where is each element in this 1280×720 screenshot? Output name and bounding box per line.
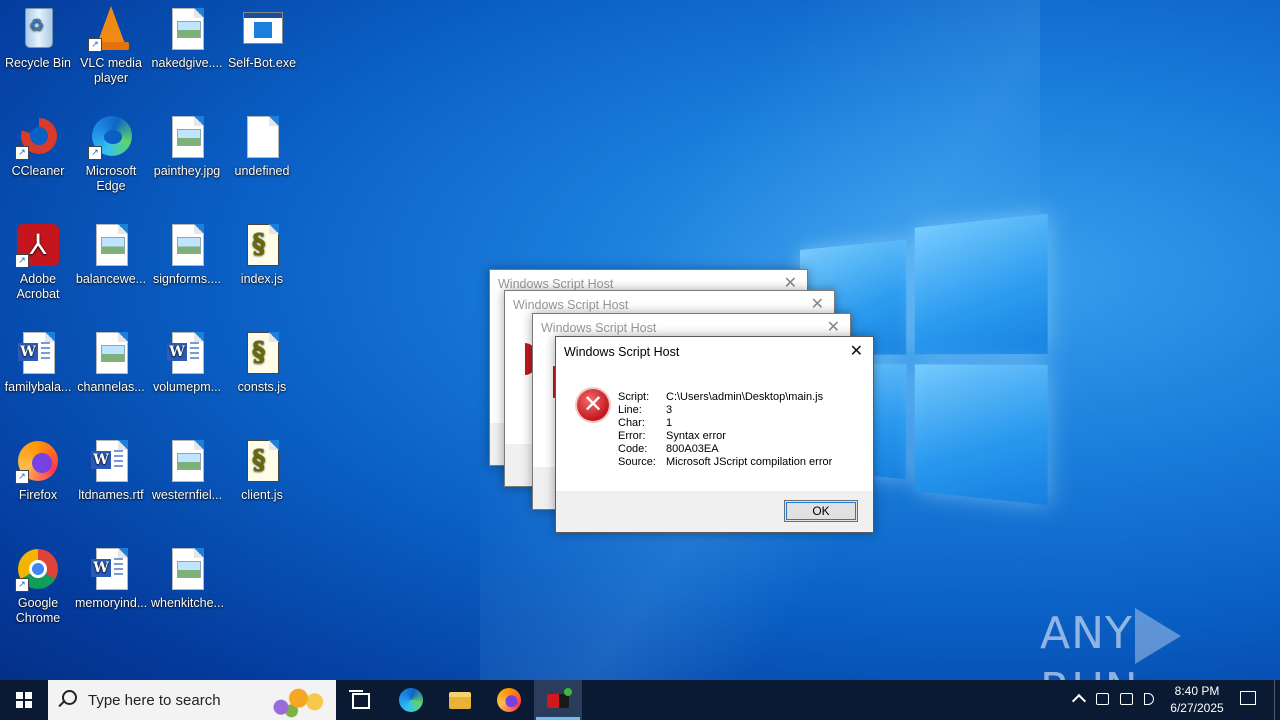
task-view-button[interactable] [336, 680, 384, 720]
error-details: Script: C:\Users\admin\Desktop\main.js Li… [618, 391, 833, 468]
desktop-icon-balancewe[interactable]: balancewe... [73, 222, 149, 287]
script-host-error-dialog[interactable]: Windows Script Host ✕ ✕ Script: C:\Users\… [555, 336, 874, 533]
desktop-icon-westernfiel[interactable]: westernfiel... [149, 438, 225, 503]
desktop-icon-index-js[interactable]: § index.js [224, 222, 300, 287]
chevron-up-icon [1071, 693, 1087, 709]
image-file-icon [172, 440, 204, 482]
desktop-icon-painthey[interactable]: painthey.jpg [149, 114, 225, 179]
taskbar: Type here to search 8:40 PM 6/27/2025 [0, 680, 1280, 720]
task-view-icon [349, 690, 370, 709]
exe-icon [243, 12, 283, 44]
script-file-icon: § [247, 332, 279, 374]
script-file-icon: § [247, 224, 279, 266]
image-file-icon [172, 548, 204, 590]
word-file-icon: W [91, 548, 128, 590]
desktop-icon-channelas[interactable]: channelas... [73, 330, 149, 395]
desktop-icon-firefox[interactable]: ↗ Firefox [0, 438, 76, 503]
desktop-icon-vlc[interactable]: ↗ VLC media player [73, 6, 149, 86]
image-file-icon [172, 224, 204, 266]
image-file-icon [172, 8, 204, 50]
desktop-icon-undefined[interactable]: undefined [224, 114, 300, 179]
desktop-icon-consts-js[interactable]: § consts.js [224, 330, 300, 395]
image-file-icon [96, 332, 128, 374]
desktop-icon-recycle-bin[interactable]: Recycle Bin [0, 6, 76, 71]
folder-icon [449, 692, 471, 709]
desktop-icon-ccleaner[interactable]: ↗ CCleaner [0, 114, 76, 179]
script-file-icon: § [247, 440, 279, 482]
image-file-icon [96, 224, 128, 266]
dialog-title: Windows Script Host [498, 277, 614, 291]
word-file-icon: W [18, 332, 55, 374]
close-icon[interactable]: ✕ [827, 317, 840, 337]
desktop-icon-nakedgive[interactable]: nakedgive.... [149, 6, 225, 71]
dialog-title: Windows Script Host [541, 321, 657, 335]
tray-device-icon[interactable] [1092, 680, 1114, 720]
windows-start-icon [16, 692, 32, 708]
desktop-icon-self-bot[interactable]: Self-Bot.exe [224, 6, 300, 71]
desktop-icon-edge[interactable]: ↗ Microsoft Edge [73, 114, 149, 194]
search-icon [62, 690, 77, 705]
close-icon[interactable]: ✕ [811, 294, 824, 314]
show-desktop-button[interactable] [1274, 680, 1280, 720]
close-icon[interactable]: ✕ [850, 341, 863, 361]
dialog-title: Windows Script Host [564, 345, 680, 359]
notification-icon [1240, 691, 1256, 705]
volume-icon[interactable] [1140, 680, 1162, 720]
blank-file-icon [247, 116, 279, 158]
desktop-icon-acrobat[interactable]: ⅄ ↗ Adobe Acrobat [0, 222, 76, 302]
desktop-icon-volumepm[interactable]: W volumepm... [149, 330, 225, 395]
taskbar-file-explorer[interactable] [436, 680, 484, 720]
recycle-bin-icon [25, 8, 53, 48]
ok-button[interactable]: OK [784, 500, 858, 522]
desktop-icon-ltdnames[interactable]: W ltdnames.rtf [73, 438, 149, 503]
network-icon[interactable] [1116, 680, 1138, 720]
word-file-icon: W [91, 440, 128, 482]
firefox-icon [497, 688, 521, 712]
desktop-icon-chrome[interactable]: ↗ Google Chrome [0, 546, 76, 626]
desktop-icon-familybala[interactable]: W familybala... [0, 330, 76, 395]
desktop-icon-memoryind[interactable]: W memoryind... [73, 546, 149, 611]
search-placeholder: Type here to search [88, 692, 221, 709]
search-highlight-image [260, 682, 330, 718]
notification-center-button[interactable] [1236, 680, 1262, 720]
clock-date: 6/27/2025 [1170, 701, 1224, 715]
taskbar-search-box[interactable]: Type here to search [48, 680, 336, 720]
clock-time: 8:40 PM [1174, 684, 1220, 698]
taskbar-script-host[interactable] [534, 680, 582, 720]
script-host-icon [547, 688, 572, 708]
desktop-icon-client-js[interactable]: § client.js [224, 438, 300, 503]
word-file-icon: W [167, 332, 204, 374]
error-icon: ✕ [577, 389, 609, 421]
dialog-title: Windows Script Host [513, 298, 629, 312]
taskbar-edge[interactable] [387, 680, 435, 720]
desktop-icon-whenkitche[interactable]: whenkitche... [149, 546, 225, 611]
image-file-icon [172, 116, 204, 158]
desktop-icon-signforms[interactable]: signforms.... [149, 222, 225, 287]
taskbar-clock[interactable]: 8:40 PM 6/27/2025 [1163, 680, 1231, 720]
start-button[interactable] [0, 680, 48, 720]
taskbar-firefox[interactable] [485, 680, 533, 720]
edge-icon [399, 688, 423, 712]
show-hidden-icons-button[interactable] [1070, 680, 1088, 720]
